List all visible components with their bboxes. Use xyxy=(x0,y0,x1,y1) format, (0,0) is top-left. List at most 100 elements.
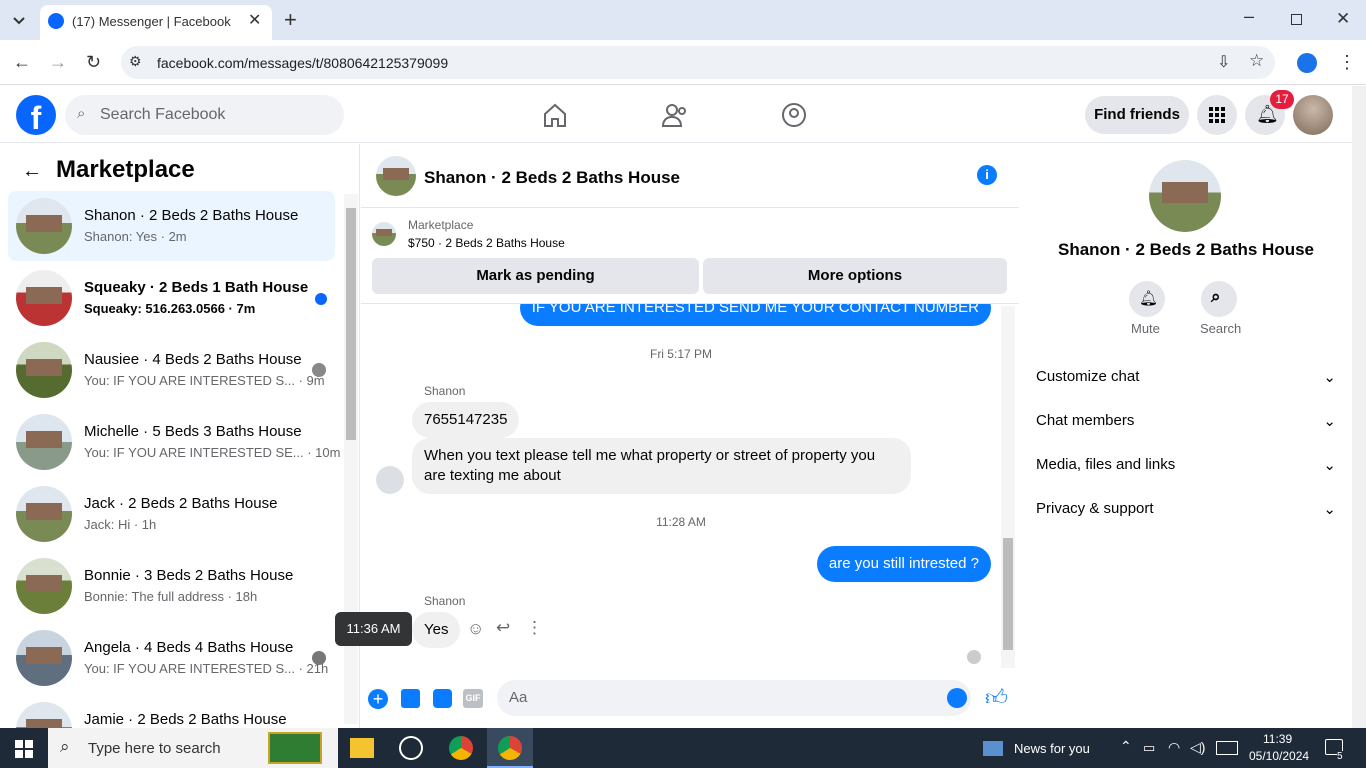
received-message[interactable]: When you text please tell me what proper… xyxy=(412,438,911,494)
listing-thumbnail xyxy=(16,270,72,326)
search-placeholder[interactable]: Search Facebook xyxy=(100,106,225,124)
url-text[interactable]: facebook.com/messages/t/8080642125379099 xyxy=(157,55,448,71)
file-explorer-icon[interactable] xyxy=(350,738,374,758)
customize-chat-row[interactable]: Customize chat ⌄ xyxy=(1036,368,1336,386)
facebook-logo-icon[interactable]: f xyxy=(16,95,56,136)
photo-icon[interactable] xyxy=(401,689,420,708)
sender-avatar[interactable] xyxy=(376,466,404,494)
profile-icon[interactable] xyxy=(1297,53,1317,73)
conversation-item[interactable]: Jack · 2 Beds 2 Baths House Jack: Hi · 1… xyxy=(8,479,335,549)
friends-icon[interactable] xyxy=(661,101,689,129)
news-label[interactable]: News for you xyxy=(1014,741,1090,756)
menu-grid-button[interactable] xyxy=(1197,95,1237,135)
volume-icon[interactable]: ◁) xyxy=(1190,739,1205,756)
taskbar-search-placeholder[interactable]: Type here to search xyxy=(88,740,221,757)
privacy-support-row[interactable]: Privacy & support ⌄ xyxy=(1036,500,1336,518)
wifi-icon[interactable]: ◠ xyxy=(1168,739,1180,756)
received-message[interactable]: 7655147235 xyxy=(412,402,520,438)
details-avatar[interactable] xyxy=(1149,160,1221,232)
emoji-icon[interactable] xyxy=(947,688,967,708)
conversation-item[interactable]: Michelle · 5 Beds 3 Baths House You: IF … xyxy=(8,407,340,477)
reload-icon[interactable]: ↻ xyxy=(86,52,101,73)
news-icon[interactable] xyxy=(983,741,1003,756)
conversation-item[interactable]: Angela · 4 Beds 4 Baths House You: IF YO… xyxy=(8,623,335,693)
site-info-icon[interactable]: ⚙ xyxy=(129,53,142,70)
message-placeholder[interactable]: Aa xyxy=(509,689,527,706)
conversation-item[interactable]: Squeaky · 2 Beds 1 Bath House Squeaky: 5… xyxy=(8,263,335,333)
chrome-active-taskbar-button[interactable] xyxy=(487,728,533,768)
back-icon[interactable]: ← xyxy=(13,52,31,73)
page-scrollbar[interactable] xyxy=(1352,86,1366,728)
taskbar-search-box[interactable]: ⌕ Type here to search xyxy=(48,728,338,768)
battery-icon[interactable]: ▭ xyxy=(1143,740,1155,756)
message-input[interactable]: Aa xyxy=(497,680,971,716)
conversation-preview: You: IF YOU ARE INTERESTED SE... · 10m xyxy=(84,445,341,460)
received-message[interactable]: Yes xyxy=(412,612,461,648)
conversation-preview: Jack: Hi · 1h xyxy=(84,517,157,532)
gif-icon[interactable]: GIF xyxy=(463,689,483,708)
install-icon[interactable]: ⇩ xyxy=(1217,52,1230,72)
minimize-icon[interactable]: – xyxy=(1244,6,1254,27)
sent-message[interactable]: are you still intrested ? xyxy=(816,546,991,582)
tab-close-icon[interactable]: ✕ xyxy=(248,10,261,30)
search-conversation-button[interactable]: ⌕ xyxy=(1201,281,1237,317)
forward-icon[interactable]: → xyxy=(49,52,67,73)
chat-scroll-thumb[interactable] xyxy=(1003,538,1013,650)
chrome-icon xyxy=(498,736,522,760)
conversation-item[interactable]: Nausiee · 4 Beds 2 Baths House You: IF Y… xyxy=(8,335,335,405)
bookmark-star-icon[interactable]: ☆ xyxy=(1249,51,1264,71)
more-actions-icon[interactable]: ⋮ xyxy=(526,618,543,638)
omnibox[interactable]: ⚙ facebook.com/messages/t/80806421253790… xyxy=(121,46,1275,79)
mute-label: Mute xyxy=(1131,321,1160,336)
listing-price[interactable]: $750 · 2 Beds 2 Baths House xyxy=(408,236,565,250)
conversation-preview: Squeaky: 516.263.0566 · 7m xyxy=(84,301,256,316)
conversation-preview: You: IF YOU ARE INTERESTED S... · 21h xyxy=(84,661,329,676)
search-facebook-field[interactable]: ⌕ Search Facebook xyxy=(65,95,344,135)
groups-icon[interactable] xyxy=(780,101,808,129)
message-time-tooltip: 11:36 AM xyxy=(335,612,412,646)
home-icon[interactable] xyxy=(541,101,569,129)
seen-avatar xyxy=(312,651,326,665)
new-tab-icon[interactable]: + xyxy=(284,7,297,33)
keyboard-icon[interactable] xyxy=(1216,741,1238,755)
conversation-title: Michelle · 5 Beds 3 Baths House xyxy=(84,423,302,440)
chat-scrollbar[interactable] xyxy=(1001,306,1015,668)
account-avatar[interactable] xyxy=(1293,95,1333,135)
info-icon[interactable]: i xyxy=(977,165,997,185)
mute-button[interactable]: 🔔︎ xyxy=(1129,281,1165,317)
tab-search-icon[interactable] xyxy=(10,11,28,29)
back-arrow-icon[interactable]: ← xyxy=(22,160,42,183)
more-options-button[interactable]: More options xyxy=(703,258,1007,294)
chat-members-row[interactable]: Chat members ⌄ xyxy=(1036,412,1336,430)
sticker-icon[interactable] xyxy=(433,689,452,708)
find-friends-button[interactable]: Find friends xyxy=(1085,96,1189,134)
browser-tab[interactable]: (17) Messenger | Facebook ✕ xyxy=(40,5,272,40)
conversation-item[interactable]: Bonnie · 3 Beds 2 Baths House Bonnie: Th… xyxy=(8,551,335,621)
tray-chevron-icon[interactable]: ⌃ xyxy=(1120,738,1132,755)
conversation-item[interactable]: Jamie · 2 Beds 2 Baths House xyxy=(8,695,335,728)
chat-title[interactable]: Shanon · 2 Beds 2 Baths House xyxy=(424,168,680,188)
clock-date[interactable]: 05/10/2024 xyxy=(1249,749,1309,763)
like-thumb-icon[interactable]: 👍︎ xyxy=(985,684,1008,711)
reply-icon[interactable]: ↩ xyxy=(496,618,510,638)
chrome-icon[interactable] xyxy=(449,736,473,760)
search-icon: ⌕ xyxy=(60,737,70,756)
react-icon[interactable]: ☺ xyxy=(467,619,484,639)
mark-as-pending-button[interactable]: Mark as pending xyxy=(372,258,699,294)
seen-avatar xyxy=(312,363,326,377)
sidebar-scroll-thumb[interactable] xyxy=(346,208,356,440)
conversation-item[interactable]: Shanon · 2 Beds 2 Baths House Shanon: Ye… xyxy=(8,191,335,261)
sent-message[interactable]: IF YOU ARE INTERESTED SEND ME YOUR CONTA… xyxy=(519,304,991,326)
maximize-icon[interactable] xyxy=(1291,14,1302,25)
photos-app-icon[interactable] xyxy=(399,736,423,760)
clock-time[interactable]: 11:39 xyxy=(1263,732,1292,746)
search-icon: ⌕ xyxy=(1211,287,1221,306)
browser-menu-icon[interactable]: ⋮ xyxy=(1338,52,1356,73)
media-files-row[interactable]: Media, files and links ⌄ xyxy=(1036,456,1336,474)
windows-start-icon[interactable] xyxy=(15,740,33,758)
facebook-favicon-icon xyxy=(48,13,64,29)
chat-avatar[interactable] xyxy=(376,156,416,196)
add-icon[interactable]: + xyxy=(368,689,388,709)
window-close-icon[interactable]: ✕ xyxy=(1336,9,1350,29)
chevron-down-icon: ⌄ xyxy=(1323,369,1336,386)
